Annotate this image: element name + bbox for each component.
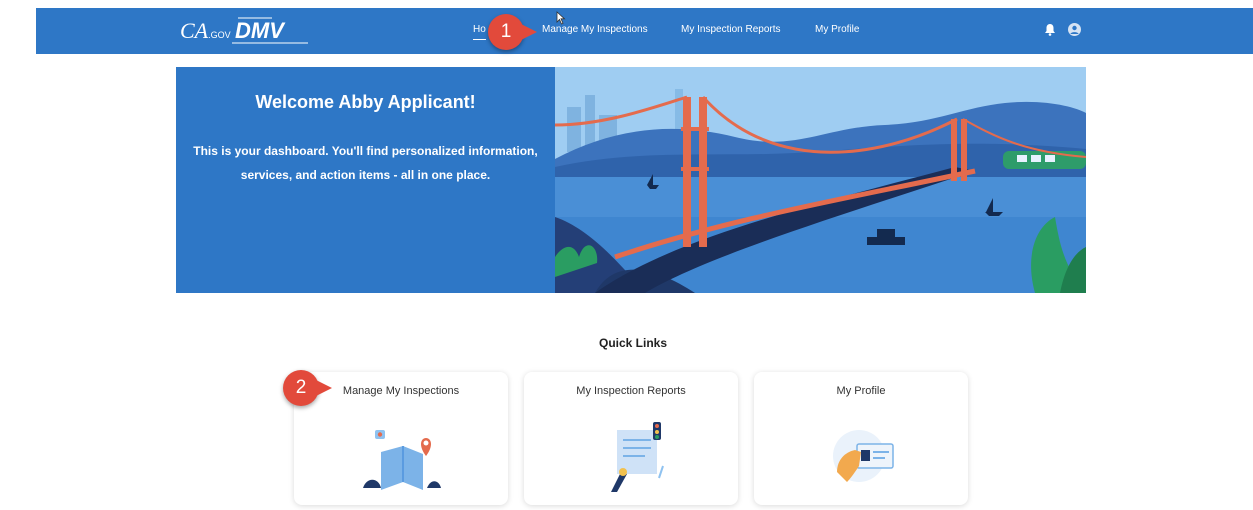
quick-link-card-inspection-reports[interactable]: My Inspection Reports xyxy=(524,372,738,505)
nav-my-profile[interactable]: My Profile xyxy=(815,24,859,35)
quick-link-card-my-profile[interactable]: My Profile xyxy=(754,372,968,505)
svg-text:DMV: DMV xyxy=(235,18,286,43)
id-card-icon xyxy=(833,430,894,482)
card-label: My Profile xyxy=(836,385,886,397)
nav-manage-inspections[interactable]: Manage My Inspections xyxy=(542,24,648,35)
card-label: My Inspection Reports xyxy=(576,385,686,397)
quick-links-title: Quick Links xyxy=(598,336,668,350)
golden-gate-illustration xyxy=(555,67,1086,293)
nav-home[interactable]: Ho xyxy=(473,24,486,40)
nav-inspection-reports[interactable]: My Inspection Reports xyxy=(681,24,781,35)
welcome-text: This is your dashboard. You'll find pers… xyxy=(193,144,538,182)
dmv-logo[interactable]: DMV xyxy=(232,16,310,46)
user-avatar-icon[interactable] xyxy=(1068,23,1081,36)
step-callout-2: 2 xyxy=(283,370,332,406)
welcome-hero: Welcome Abby Applicant! This is your das… xyxy=(176,67,1086,293)
bell-icon[interactable] xyxy=(1044,23,1056,36)
mouse-cursor-icon xyxy=(556,11,566,25)
ca-logo-suffix: .GOV xyxy=(208,30,231,40)
top-nav-bar: CA.GOV DMV Ho Manage My Inspections My I… xyxy=(36,8,1253,54)
map-location-icon xyxy=(363,430,441,490)
welcome-title: Welcome Abby Applicant! xyxy=(255,92,476,112)
report-document-icon xyxy=(611,422,664,492)
welcome-panel: Welcome Abby Applicant! This is your das… xyxy=(176,67,555,293)
ca-logo-text: CA xyxy=(180,18,209,43)
ca-gov-logo[interactable]: CA.GOV xyxy=(180,18,231,44)
step-callout-1: 1 xyxy=(488,14,537,50)
